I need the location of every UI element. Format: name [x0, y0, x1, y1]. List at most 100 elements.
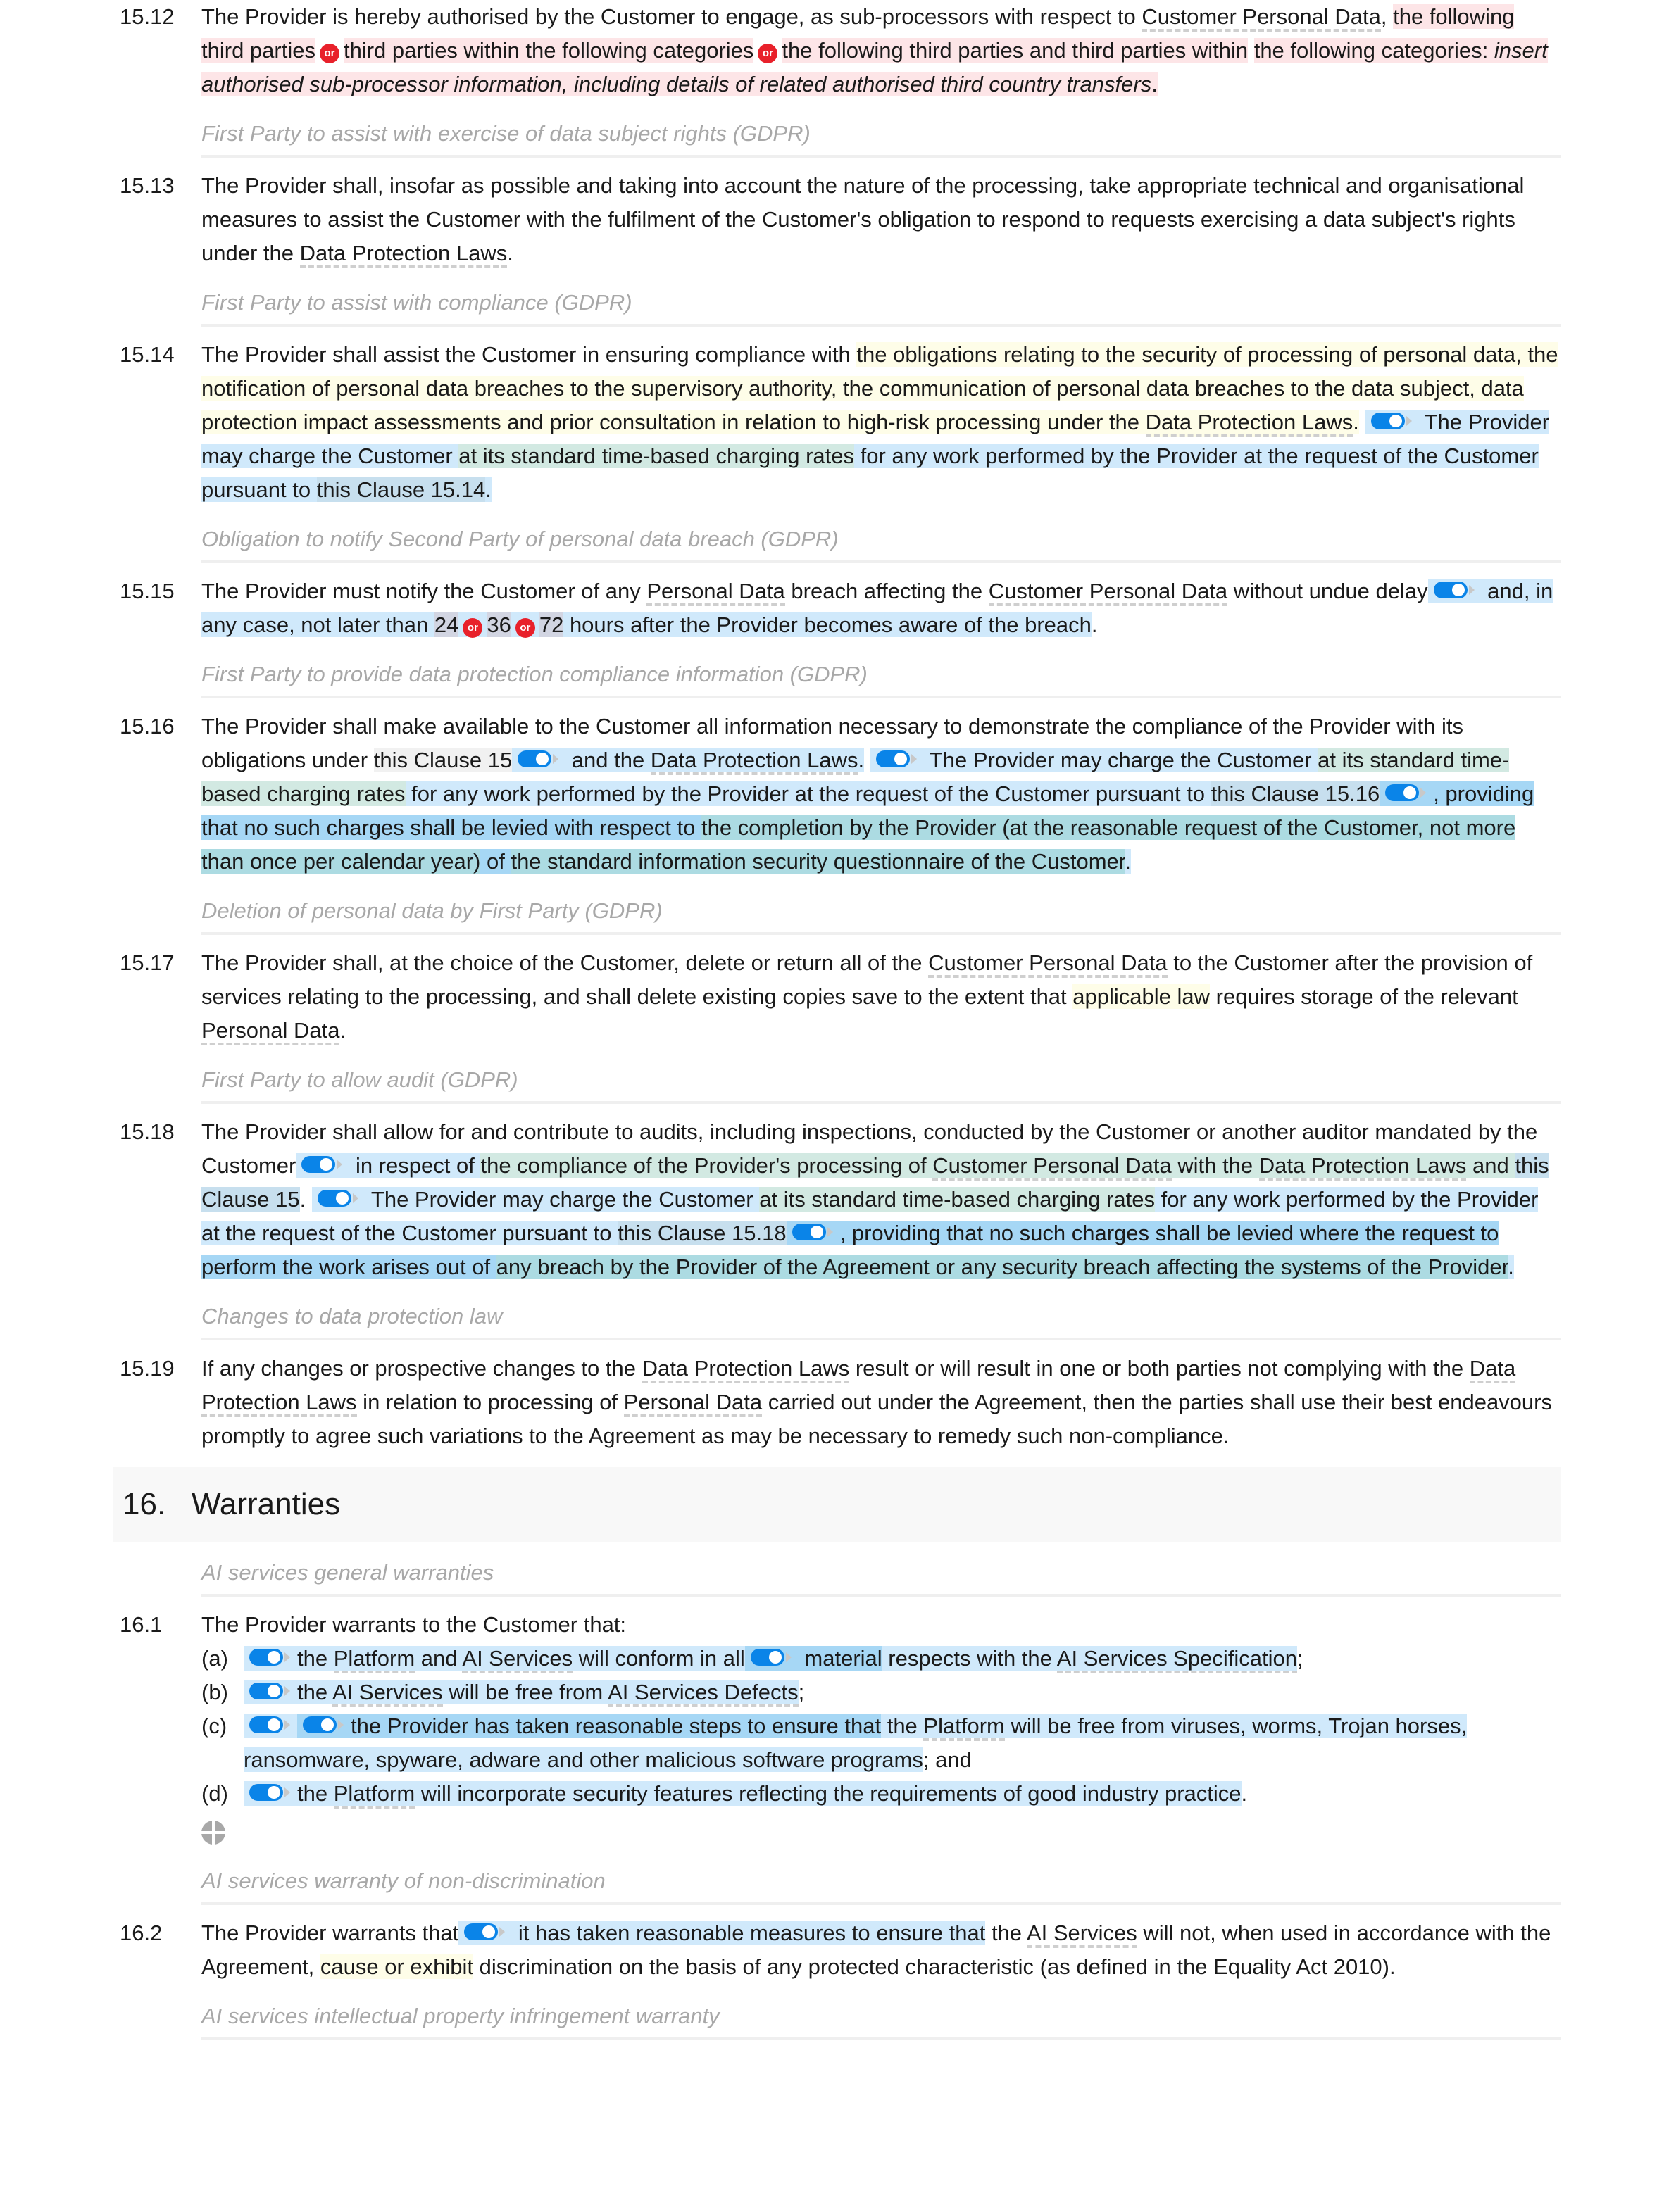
- defined-term[interactable]: AI Services: [1026, 1921, 1137, 1948]
- expand-arrow-icon: [785, 1652, 792, 1662]
- toggle-switch[interactable]: [301, 1156, 343, 1173]
- cross-reference[interactable]: this Clause 15.18: [618, 1221, 787, 1245]
- expand-arrow-icon: [338, 1720, 344, 1730]
- cross-reference[interactable]: this Clause 15.14: [316, 477, 486, 502]
- clause-number: 15.19: [120, 1356, 175, 1381]
- defined-term[interactable]: AI Services: [332, 1680, 443, 1707]
- defined-term[interactable]: AI Services: [462, 1646, 573, 1673]
- clause-heading: First Party to provide data protection c…: [201, 658, 1561, 698]
- clause-15-16: 15.16 The Provider shall make available t…: [113, 710, 1561, 879]
- expand-arrow-icon: [499, 1927, 506, 1937]
- clause-15-15: 15.15 The Provider must notify the Custom…: [113, 574, 1561, 642]
- subclause-a: (a) the Platform and AI Services will con…: [201, 1642, 1561, 1676]
- defined-term[interactable]: Data Protection Laws: [642, 1356, 850, 1383]
- expand-arrow-icon: [827, 1227, 833, 1237]
- clause-heading: First Party to allow audit (GDPR): [201, 1063, 1561, 1104]
- option-text[interactable]: the following third parties and third pa…: [782, 38, 1249, 63]
- clause-15-12: 15.12 The Provider is hereby authorised b…: [113, 0, 1561, 101]
- toggle-switch[interactable]: [249, 1784, 290, 1801]
- clause-heading: AI services general warranties: [201, 1556, 1561, 1597]
- expand-arrow-icon: [1468, 585, 1475, 595]
- section-title: 16. Warranties: [113, 1467, 1561, 1542]
- clause-number: 15.16: [120, 714, 175, 739]
- toggle-switch[interactable]: [249, 1716, 290, 1733]
- clause-heading: First Party to assist with compliance (G…: [201, 286, 1561, 327]
- toggle-switch[interactable]: [750, 1649, 792, 1666]
- toggle-switch[interactable]: [249, 1649, 290, 1666]
- clause-number: 16.1: [120, 1612, 163, 1637]
- optional-text[interactable]: the standard information security questi…: [511, 849, 1125, 874]
- or-badge-icon[interactable]: or: [758, 44, 778, 63]
- option-value[interactable]: 36: [487, 612, 511, 637]
- optional-text[interactable]: any breach by the Provider of the Agreem…: [496, 1255, 1508, 1279]
- defined-term[interactable]: Platform: [923, 1714, 1005, 1741]
- or-badge-icon[interactable]: or: [463, 618, 483, 638]
- section-name: Warranties: [192, 1487, 341, 1521]
- clause-heading: Changes to data protection law: [201, 1300, 1561, 1340]
- defined-term[interactable]: Platform: [333, 1646, 415, 1673]
- defined-term[interactable]: Data Protection Laws: [299, 241, 508, 268]
- defined-term[interactable]: AI Services Specification: [1056, 1646, 1297, 1673]
- clause-15-17: 15.17 The Provider shall, at the choice o…: [113, 946, 1561, 1048]
- insert-clause-icon[interactable]: [201, 1821, 225, 1845]
- defined-term[interactable]: Data Protection Laws: [1145, 410, 1353, 437]
- expand-arrow-icon: [553, 754, 559, 764]
- document: 15.12 The Provider is hereby authorised b…: [113, 0, 1561, 2051]
- defined-term[interactable]: Personal Data: [646, 579, 785, 606]
- expand-arrow-icon: [284, 1652, 290, 1662]
- option-value[interactable]: 24: [434, 612, 459, 637]
- clause-15-19: 15.19 If any changes or prospective chang…: [113, 1352, 1561, 1453]
- toggle-switch[interactable]: [518, 750, 559, 767]
- defined-term[interactable]: Personal Data: [623, 1390, 763, 1417]
- or-badge-icon[interactable]: or: [319, 44, 339, 63]
- defined-term[interactable]: AI Services Defects: [608, 1680, 799, 1707]
- clause-number: 15.18: [120, 1119, 175, 1144]
- optional-text[interactable]: cause or exhibit: [320, 1954, 473, 1979]
- defined-term[interactable]: Data Protection Laws: [650, 748, 858, 775]
- optional-text[interactable]: at its standard time-based charging rate…: [759, 1187, 1155, 1212]
- toggle-switch[interactable]: [875, 750, 917, 767]
- optional-text[interactable]: at its standard time-based charging rate…: [458, 444, 855, 468]
- clause-heading: Deletion of personal data by First Party…: [201, 894, 1561, 935]
- subclause-d: (d) the Platform will incorporate securit…: [201, 1777, 1561, 1811]
- toggle-switch[interactable]: [1433, 582, 1475, 598]
- clause-16-2: 16.2 The Provider warrants that it has ta…: [113, 1916, 1561, 1984]
- toggle-switch[interactable]: [792, 1224, 833, 1240]
- clause-15-13: 15.13 The Provider shall, insofar as poss…: [113, 169, 1561, 270]
- clause-heading: First Party to assist with exercise of d…: [201, 117, 1561, 158]
- expand-arrow-icon: [284, 1720, 290, 1730]
- toggle-switch[interactable]: [1370, 413, 1412, 429]
- defined-term[interactable]: Customer Personal Data: [932, 1153, 1172, 1181]
- defined-term[interactable]: Data Protection Laws: [1258, 1153, 1467, 1181]
- cross-reference[interactable]: this Clause 15: [373, 748, 513, 772]
- option-text[interactable]: the following categories: [1253, 38, 1482, 63]
- expand-arrow-icon: [352, 1193, 358, 1203]
- toggle-switch[interactable]: [464, 1923, 506, 1940]
- option-text[interactable]: third parties within the following categ…: [343, 38, 754, 63]
- defined-term[interactable]: Customer Personal Data: [1142, 4, 1381, 32]
- optional-text[interactable]: applicable law: [1072, 984, 1211, 1009]
- clause-heading: AI services intellectual property infrin…: [201, 1999, 1561, 2040]
- or-badge-icon[interactable]: or: [515, 618, 535, 638]
- clause-number: 15.14: [120, 342, 175, 367]
- expand-arrow-icon: [337, 1160, 343, 1169]
- defined-term[interactable]: Personal Data: [201, 1018, 340, 1045]
- clause-number: 16.2: [120, 1921, 163, 1945]
- defined-term[interactable]: Customer Personal Data: [988, 579, 1228, 606]
- toggle-switch[interactable]: [317, 1190, 358, 1207]
- toggle-switch[interactable]: [249, 1683, 290, 1699]
- clause-15-18: 15.18 The Provider shall allow for and co…: [113, 1115, 1561, 1284]
- clause-number: 15.13: [120, 173, 175, 198]
- toggle-switch[interactable]: [303, 1716, 344, 1733]
- subclause-c: (c) the Provider has taken reasonable ste…: [201, 1714, 1468, 1772]
- clause-heading: AI services warranty of non-discriminati…: [201, 1864, 1561, 1905]
- toggle-switch[interactable]: [1385, 784, 1427, 801]
- defined-term[interactable]: Platform: [333, 1781, 415, 1809]
- clause-16-1: 16.1 The Provider warrants to the Custom…: [113, 1608, 1561, 1811]
- defined-term[interactable]: Customer Personal Data: [928, 950, 1168, 978]
- option-value[interactable]: 72: [539, 612, 564, 637]
- cross-reference[interactable]: this Clause 15.16: [1211, 781, 1380, 806]
- clause-number: 15.12: [120, 4, 175, 29]
- clause-number: 15.15: [120, 579, 175, 603]
- clause-15-14: 15.14 The Provider shall assist the Custo…: [113, 338, 1561, 507]
